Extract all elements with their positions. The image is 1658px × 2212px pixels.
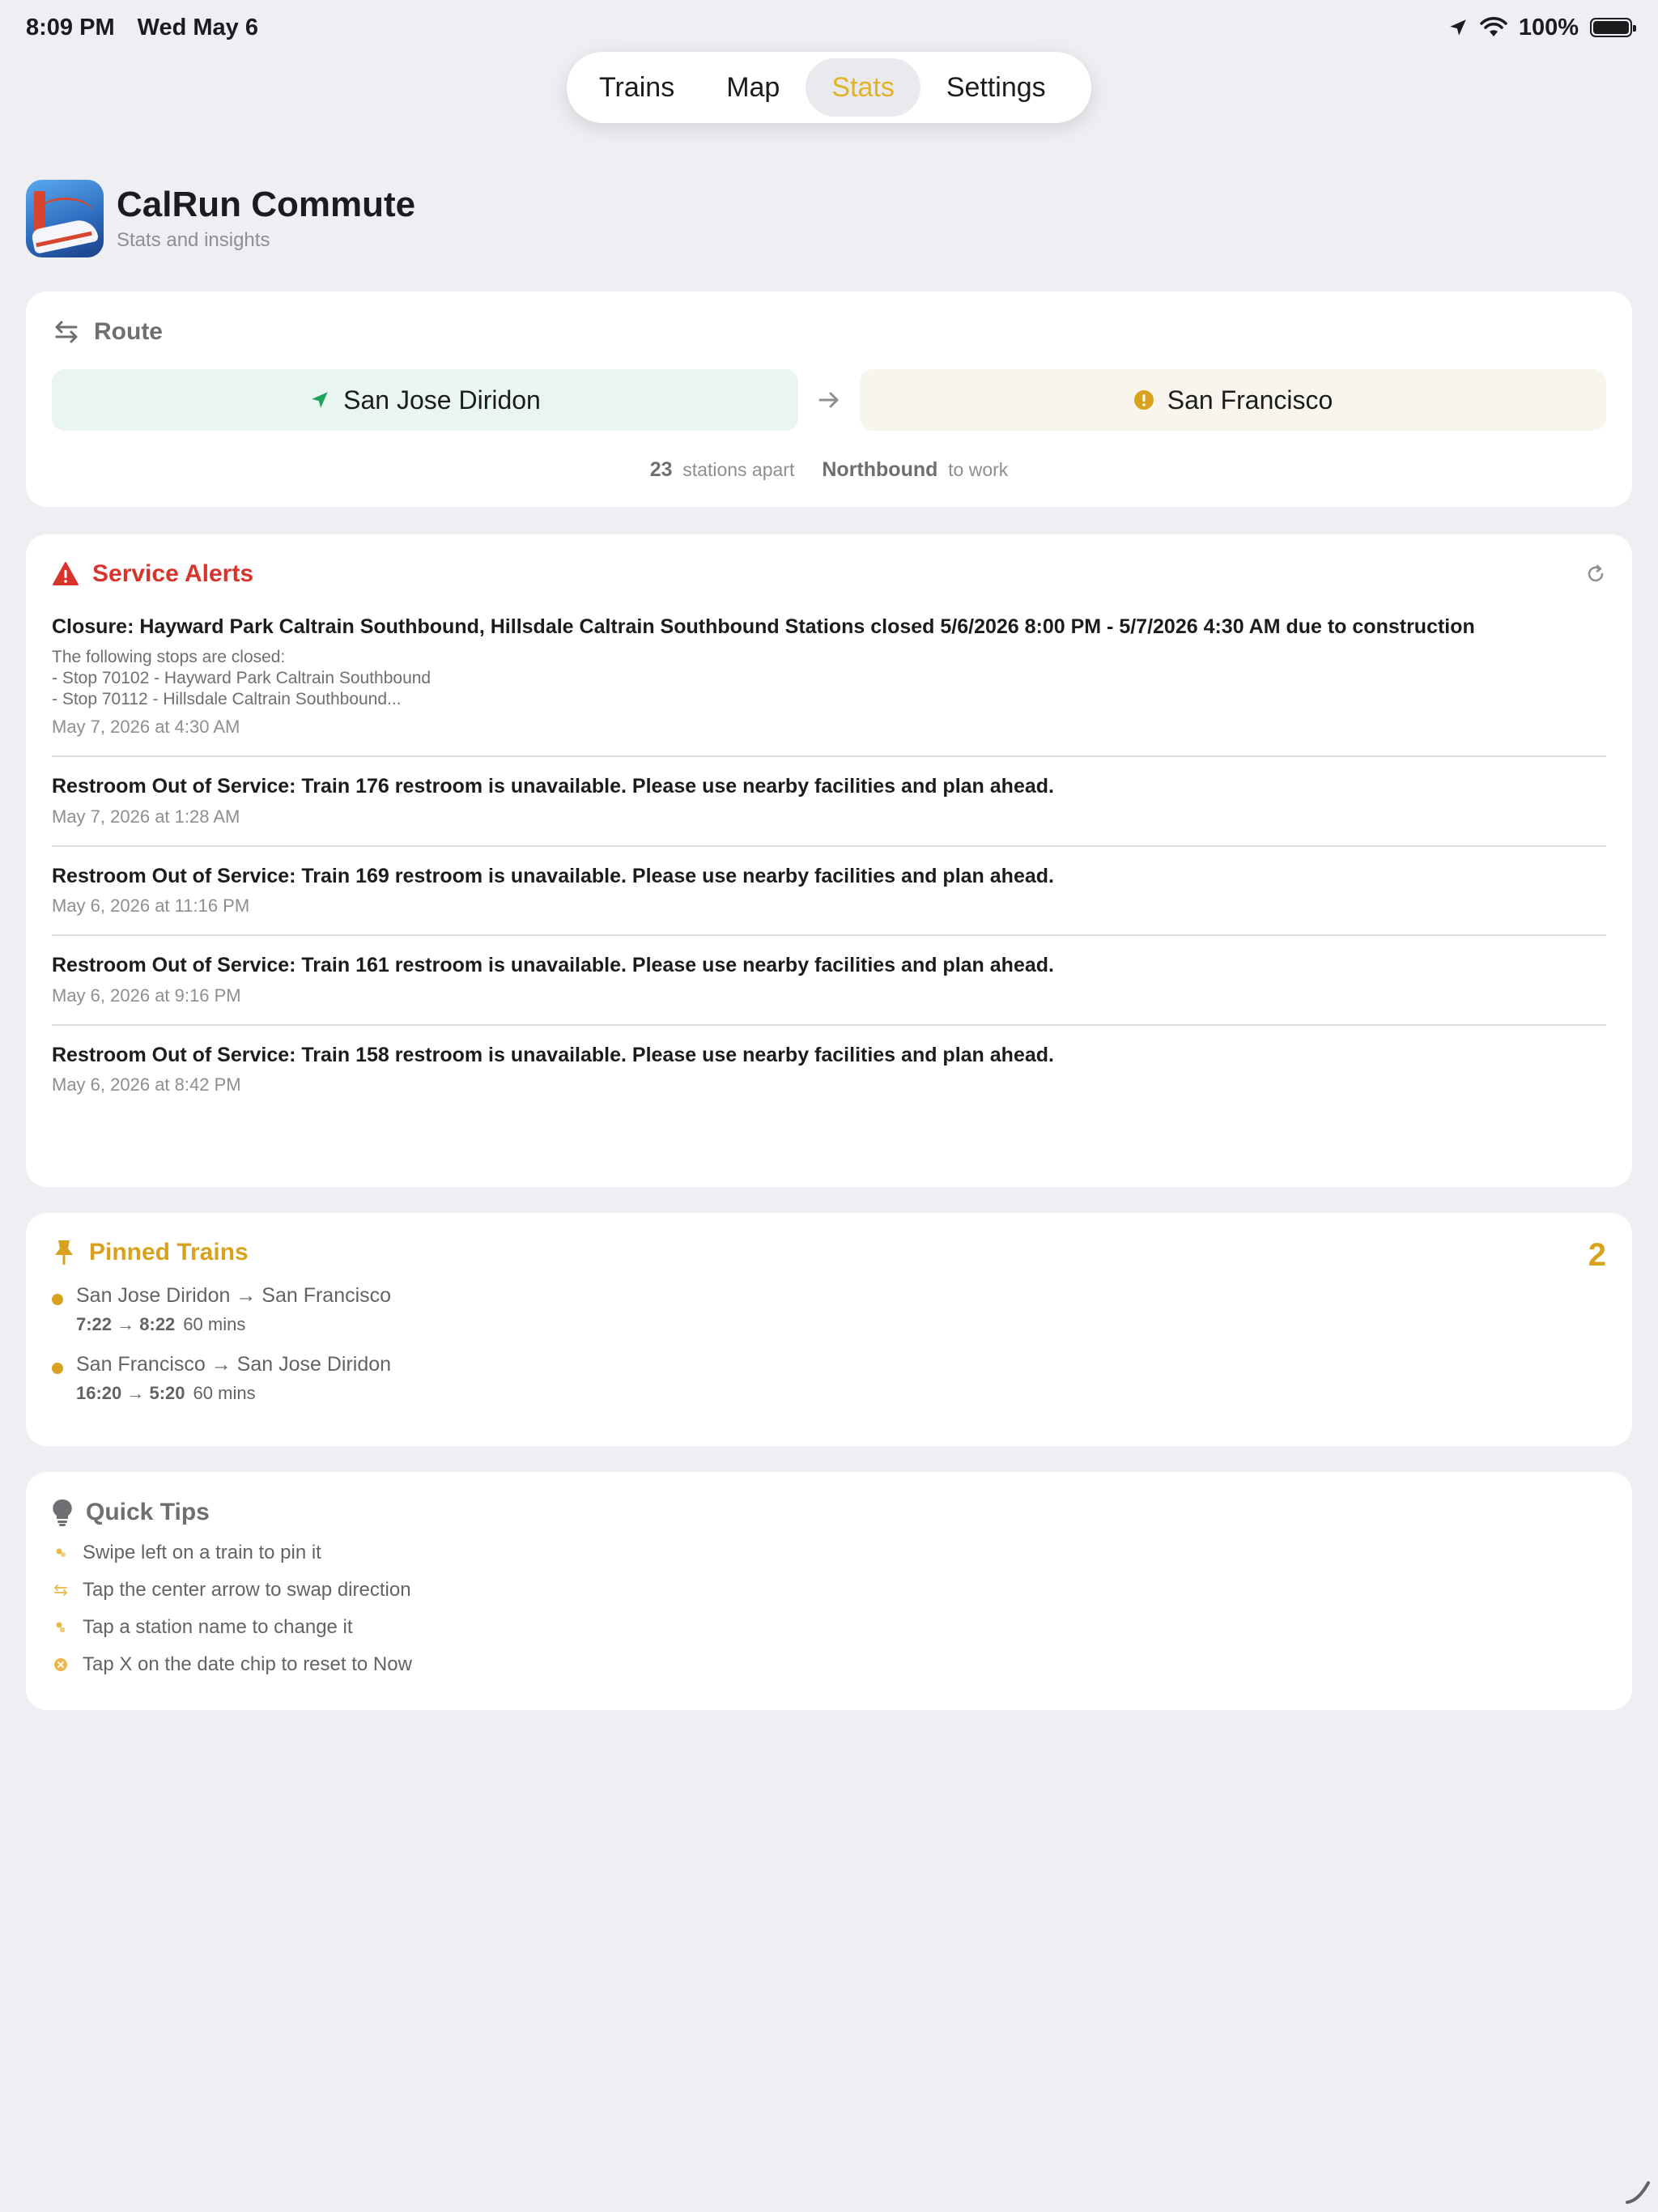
destination-station-label: San Francisco <box>1167 385 1333 415</box>
location-arrow-icon <box>312 392 328 408</box>
alert-time: May 6, 2026 at 8:42 PM <box>52 1074 241 1095</box>
battery-percent: 100% <box>1518 14 1579 40</box>
tip-text: Tap X on the date chip to reset to Now <box>83 1653 412 1675</box>
alert-item[interactable]: Restroom Out of Service: Train 169 restr… <box>52 847 1606 937</box>
lightbulb-icon <box>53 1499 72 1526</box>
tip-text: Tap a station name to change it <box>83 1616 353 1638</box>
alert-title: Restroom Out of Service: Train 176 restr… <box>52 775 1054 798</box>
pinned-train-times: 16:20 → 5:20 60 mins <box>76 1383 256 1403</box>
location-arrow-icon <box>1450 19 1466 36</box>
pinned-train-item[interactable]: San Jose Diridon → San Francisco 7:22 → … <box>52 1284 1606 1335</box>
status-left: 8:09 PM Wed May 6 <box>26 15 258 41</box>
page-header: CalRun Commute Stats and insights <box>26 180 415 257</box>
pinned-train-route: San Jose Diridon → San Francisco <box>76 1284 392 1307</box>
tip-text: Swipe left on a train to pin it <box>83 1542 321 1563</box>
alert-title: Closure: Hayward Park Caltrain Southboun… <box>52 615 1475 638</box>
swap-direction-button[interactable] <box>798 388 860 412</box>
direction-info: Northbound to work <box>822 458 1009 481</box>
refresh-button[interactable] <box>1585 564 1606 589</box>
pinned-header: Pinned Trains <box>52 1239 1606 1266</box>
pinned-heading: Pinned Trains <box>89 1239 249 1266</box>
alerts-heading: Service Alerts <box>92 560 254 587</box>
pin-dot <box>52 1363 63 1374</box>
exclamation-circle-icon <box>1133 390 1154 410</box>
route-card: Route San Jose Diridon San Francisco 23 … <box>26 291 1632 507</box>
alert-time: May 6, 2026 at 9:16 PM <box>52 985 241 1006</box>
tab-map[interactable]: Map <box>700 58 806 117</box>
route-header: Route <box>52 317 1606 347</box>
swap-arrows-icon <box>55 321 78 343</box>
alert-time: May 6, 2026 at 11:16 PM <box>52 895 250 917</box>
swap-arrows-icon <box>52 1584 70 1597</box>
app-icon <box>26 180 104 257</box>
pinned-train-route: San Francisco → San Jose Diridon <box>76 1353 392 1376</box>
alert-time: May 7, 2026 at 1:28 AM <box>52 806 240 827</box>
tip-item: Swipe left on a train to pin it <box>52 1542 1606 1564</box>
tips-heading: Quick Tips <box>86 1499 210 1525</box>
battery-icon <box>1590 18 1636 37</box>
tip-text: Tap the center arrow to swap direction <box>83 1579 411 1601</box>
refresh-icon <box>1588 564 1604 582</box>
alert-item[interactable]: Closure: Hayward Park Caltrain Southboun… <box>52 598 1606 758</box>
tip-item: Tap the center arrow to swap direction <box>52 1579 1606 1602</box>
status-bar: 8:09 PM Wed May 6 100% <box>26 11 1636 44</box>
x-circle-icon <box>52 1657 70 1672</box>
destination-station-button[interactable]: San Francisco <box>860 369 1606 431</box>
tip-item: Tap a station name to change it <box>52 1616 1606 1639</box>
tab-bar: Trains Map Stats Settings <box>567 52 1091 123</box>
tips-header: Quick Tips <box>52 1498 1606 1527</box>
tab-stats[interactable]: Stats <box>806 58 920 117</box>
page-title: CalRun Commute <box>117 184 416 224</box>
route-meta: 23 stations apart Northbound to work <box>52 458 1606 482</box>
route-stations: San Jose Diridon San Francisco <box>52 369 1606 431</box>
wifi-icon <box>1480 17 1507 36</box>
tab-settings[interactable]: Settings <box>920 58 1072 117</box>
alert-title: Restroom Out of Service: Train 169 restr… <box>52 864 1054 887</box>
service-alerts-card: Service Alerts Closure: Hayward Park Cal… <box>26 534 1632 1187</box>
quick-tips-card: Quick Tips Swipe left on a train to pin … <box>26 1472 1632 1710</box>
origin-station-label: San Jose Diridon <box>343 385 541 415</box>
hand-tap-icon <box>52 1621 70 1634</box>
page-subtitle: Stats and insights <box>117 229 270 252</box>
pin-icon <box>55 1240 73 1265</box>
alerts-header: Service Alerts <box>52 560 1606 588</box>
origin-station-button[interactable]: San Jose Diridon <box>52 369 798 431</box>
arrow-right-icon <box>818 392 839 408</box>
alert-item[interactable]: Restroom Out of Service: Train 158 restr… <box>52 1026 1606 1114</box>
resize-handle-icon[interactable] <box>1624 2178 1652 2206</box>
status-date: Wed May 6 <box>137 14 258 40</box>
hand-swipe-icon <box>52 1546 70 1559</box>
alert-time: May 7, 2026 at 4:30 AM <box>52 717 240 738</box>
stations-apart: 23 stations apart <box>649 458 795 481</box>
warning-triangle-icon <box>53 562 79 585</box>
pinned-trains-card: Pinned Trains 2 San Jose Diridon → San F… <box>26 1213 1632 1446</box>
pin-dot <box>52 1294 63 1305</box>
tips-list: Swipe left on a train to pin it Tap the … <box>52 1542 1606 1676</box>
alerts-list: Closure: Hayward Park Caltrain Southboun… <box>52 598 1606 1113</box>
alert-title: Restroom Out of Service: Train 161 restr… <box>52 954 1054 977</box>
pinned-train-times: 7:22 → 8:22 60 mins <box>76 1314 246 1334</box>
alert-item[interactable]: Restroom Out of Service: Train 161 restr… <box>52 936 1606 1026</box>
tab-trains[interactable]: Trains <box>573 58 700 117</box>
status-time: 8:09 PM <box>26 14 115 40</box>
route-heading: Route <box>94 318 163 345</box>
alert-item[interactable]: Restroom Out of Service: Train 176 restr… <box>52 757 1606 847</box>
status-right: 100% <box>1448 14 1636 41</box>
alert-body: The following stops are closed: - Stop 7… <box>52 647 432 709</box>
pinned-count: 2 <box>1588 1237 1606 1273</box>
alert-title: Restroom Out of Service: Train 158 restr… <box>52 1043 1054 1066</box>
tip-item: Tap X on the date chip to reset to Now <box>52 1653 1606 1676</box>
pinned-train-item[interactable]: San Francisco → San Jose Diridon 16:20 →… <box>52 1353 1606 1404</box>
